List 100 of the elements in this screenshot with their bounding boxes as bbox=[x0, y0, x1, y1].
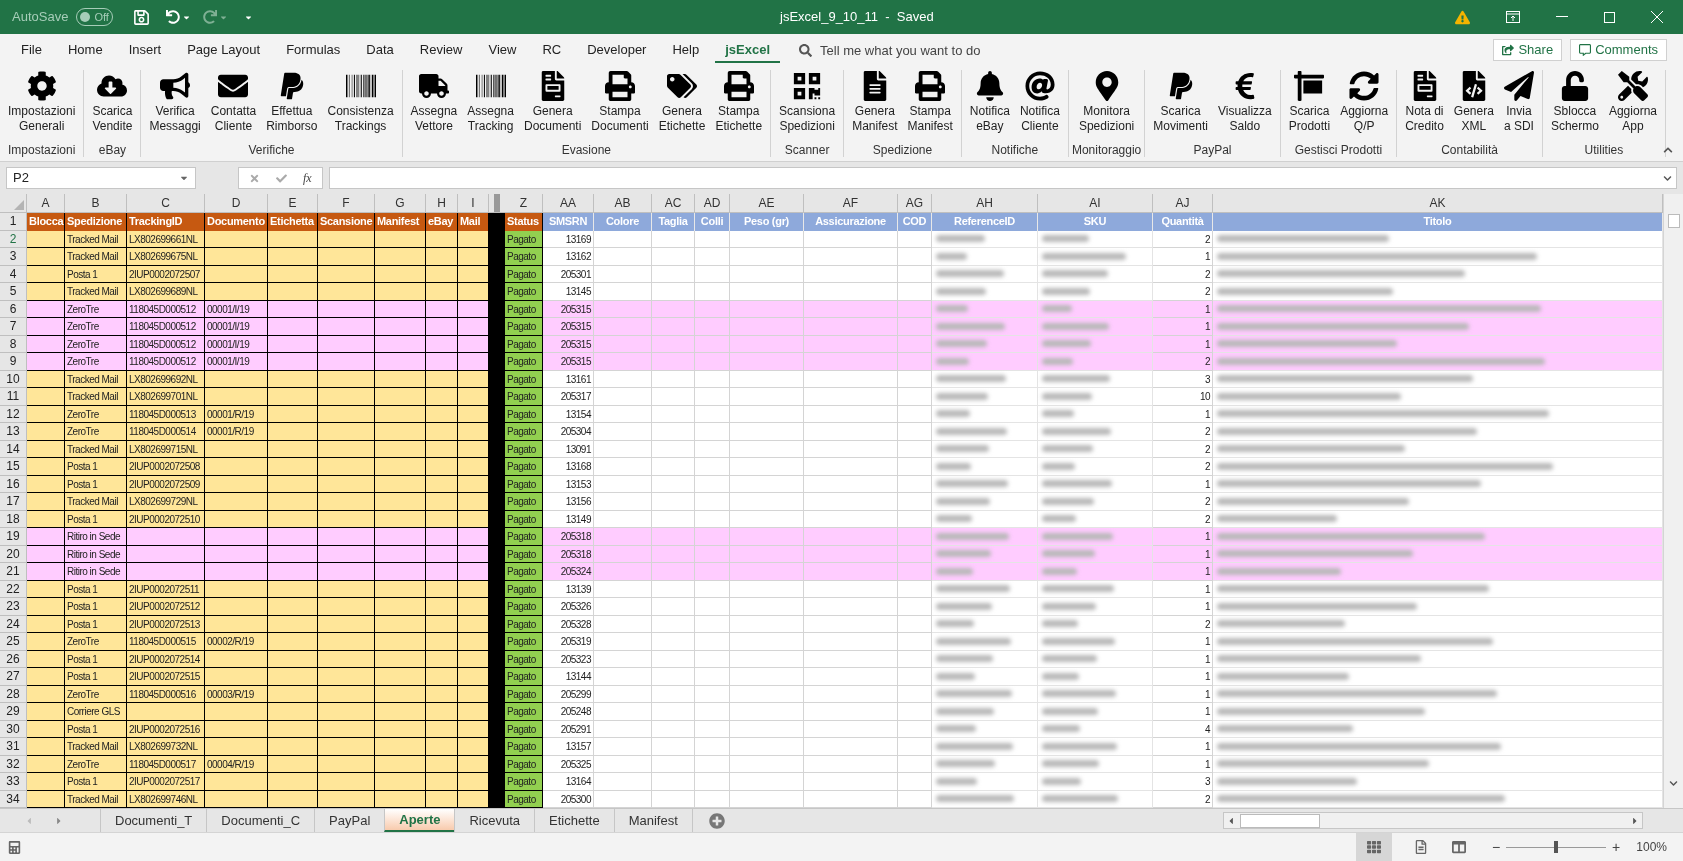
tell-me-field[interactable]: Tell me what you want to do bbox=[820, 40, 1041, 60]
column-header[interactable]: C bbox=[127, 194, 205, 212]
ribbon-button[interactable]: Aggiorna App bbox=[1603, 70, 1662, 143]
ribbon-button[interactable]: Scarica Movimenti bbox=[1148, 70, 1213, 143]
menu-tab[interactable]: Insert bbox=[118, 39, 172, 63]
column-header[interactable]: AE bbox=[730, 194, 804, 212]
ribbon-button[interactable]: Verifica Messaggi bbox=[144, 70, 206, 143]
menu-tab[interactable]: Formulas bbox=[276, 39, 351, 63]
column-header[interactable]: B bbox=[65, 194, 127, 212]
column-header[interactable]: AJ bbox=[1153, 194, 1213, 212]
ribbon-button[interactable]: Genera Documenti bbox=[518, 70, 587, 143]
column-header[interactable]: AD bbox=[695, 194, 730, 212]
row-header[interactable]: 27 bbox=[0, 668, 27, 686]
column-header[interactable]: AF bbox=[804, 194, 898, 212]
ribbon-button[interactable]: Aggiorna Q/P bbox=[1335, 70, 1394, 143]
menu-tab[interactable]: File bbox=[11, 39, 52, 63]
table-cell: 13157 bbox=[543, 738, 594, 756]
menu-tab[interactable]: Home bbox=[57, 39, 113, 63]
ribbon-button[interactable]: Contatta Cliente bbox=[205, 70, 262, 143]
row-header[interactable]: 23 bbox=[0, 598, 27, 616]
sheet-tab[interactable]: Aperte bbox=[384, 809, 455, 832]
ribbon-button[interactable]: Consistenza Trackings bbox=[322, 70, 399, 143]
row-header[interactable]: 19 bbox=[0, 528, 27, 546]
table-cell: 1 bbox=[1153, 633, 1213, 651]
ribbon-button[interactable]: Impostazioni Generali bbox=[3, 70, 81, 143]
table-cell: Tracked Mail bbox=[65, 493, 127, 511]
ribbon-button[interactable]: Genera Manifest bbox=[847, 70, 903, 143]
column-header[interactable]: AI bbox=[1038, 194, 1153, 212]
menu-tab[interactable]: jsExcel bbox=[715, 39, 781, 63]
column-header[interactable]: AG bbox=[898, 194, 932, 212]
table-cell: 205315 bbox=[543, 318, 594, 336]
ribbon-button[interactable]: Genera Etichette bbox=[653, 70, 711, 143]
ribbon-button[interactable]: Scansiona Spedizioni bbox=[774, 70, 841, 143]
menu-tab[interactable]: RC bbox=[532, 39, 572, 63]
row-header[interactable]: 33 bbox=[0, 773, 27, 791]
column-header[interactable]: AC bbox=[652, 194, 695, 212]
zoom-level[interactable]: 100% bbox=[1636, 838, 1667, 856]
column-header[interactable]: G bbox=[375, 194, 426, 212]
column-header[interactable]: E bbox=[268, 194, 318, 212]
ribbon-button[interactable]: Assegna Vettore bbox=[405, 70, 463, 143]
ribbon-button[interactable]: Genera XML bbox=[1448, 70, 1499, 143]
ribbon-button[interactable]: Invia a SDI bbox=[1498, 70, 1539, 143]
column-header[interactable]: AA bbox=[543, 194, 594, 212]
ribbon-button[interactable]: Stampa Documenti bbox=[586, 70, 654, 143]
column-header[interactable]: F bbox=[318, 194, 375, 212]
menu-tab[interactable]: View bbox=[478, 39, 527, 63]
header-cell: COD bbox=[898, 213, 932, 231]
comments-button[interactable]: Comments bbox=[1570, 39, 1667, 61]
ribbon-button[interactable]: Notifica eBay bbox=[964, 70, 1015, 143]
row-header[interactable]: 17 bbox=[0, 493, 27, 511]
row-header[interactable]: 11 bbox=[0, 388, 27, 406]
ribbon-button[interactable]: Stampa Manifest bbox=[902, 70, 958, 143]
column-header[interactable]: Z bbox=[505, 194, 543, 212]
group-label: Spedizione bbox=[872, 143, 933, 157]
row-header[interactable]: 15 bbox=[0, 458, 27, 476]
column-header[interactable]: H bbox=[426, 194, 458, 212]
row-header[interactable]: 3 bbox=[0, 248, 27, 266]
row-header[interactable]: 1 bbox=[0, 213, 27, 231]
column-header[interactable]: AH bbox=[932, 194, 1038, 212]
header-cell: TrackingID bbox=[127, 213, 205, 231]
column-header[interactable]: I bbox=[458, 194, 489, 212]
group-label: Gestisci Prodotti bbox=[1294, 143, 1383, 157]
menu-tab[interactable]: Help bbox=[662, 39, 710, 63]
menu-tab[interactable]: Review bbox=[409, 39, 473, 63]
ribbon-button[interactable]: Effettua Rimborso bbox=[261, 70, 323, 143]
row-header[interactable]: 31 bbox=[0, 738, 27, 756]
menu-tab[interactable]: Developer bbox=[577, 39, 657, 63]
table-cell: 13144 bbox=[543, 668, 594, 686]
ribbon-button[interactable]: Stampa Etichette bbox=[710, 70, 768, 143]
ribbon-button[interactable]: Notifica Cliente bbox=[1014, 70, 1065, 143]
table-cell: 205319 bbox=[543, 633, 594, 651]
insert-function-button[interactable]: fx bbox=[303, 169, 312, 187]
name-box[interactable]: P2 bbox=[6, 167, 196, 189]
ribbon-button[interactable]: Monitora Spedizioni bbox=[1073, 70, 1140, 143]
table-cell: Corriere GLS bbox=[65, 703, 127, 721]
table-cell: 205248 bbox=[543, 703, 594, 721]
table-cell: 2IUP0002072515 bbox=[127, 668, 205, 686]
row-header[interactable]: 7 bbox=[0, 318, 27, 336]
column-header[interactable]: AB bbox=[594, 194, 652, 212]
ribbon-button[interactable]: Scarica Prodotti bbox=[1283, 70, 1336, 143]
ribbon-button[interactable]: Assegna Tracking bbox=[462, 70, 519, 143]
table-cell: LX802699729NL bbox=[127, 493, 205, 511]
column-header[interactable]: D bbox=[205, 194, 268, 212]
row-header[interactable]: 29 bbox=[0, 703, 27, 721]
menu-tab[interactable]: Data bbox=[356, 39, 404, 63]
ribbon-button[interactable]: Sblocca Schermo bbox=[1545, 70, 1604, 143]
zoom-out-button[interactable]: − bbox=[1491, 840, 1501, 854]
share-button[interactable]: Share bbox=[1493, 39, 1563, 61]
ribbon-button[interactable]: Visualizza Saldo bbox=[1212, 70, 1277, 143]
row-header[interactable]: 21 bbox=[0, 563, 27, 581]
menu-tab[interactable]: Page Layout bbox=[177, 39, 271, 63]
ribbon-button[interactable]: Scarica Vendite bbox=[87, 70, 138, 143]
group-label: eBay bbox=[98, 143, 127, 157]
zoom-in-button[interactable]: + bbox=[1612, 840, 1621, 854]
ribbon-button[interactable]: Nota di Credito bbox=[1400, 70, 1449, 143]
row-header[interactable]: 25 bbox=[0, 633, 27, 651]
row-header[interactable]: 13 bbox=[0, 423, 27, 441]
row-header[interactable]: 9 bbox=[0, 353, 27, 371]
column-header[interactable]: A bbox=[27, 194, 65, 212]
row-header[interactable]: 5 bbox=[0, 283, 27, 301]
